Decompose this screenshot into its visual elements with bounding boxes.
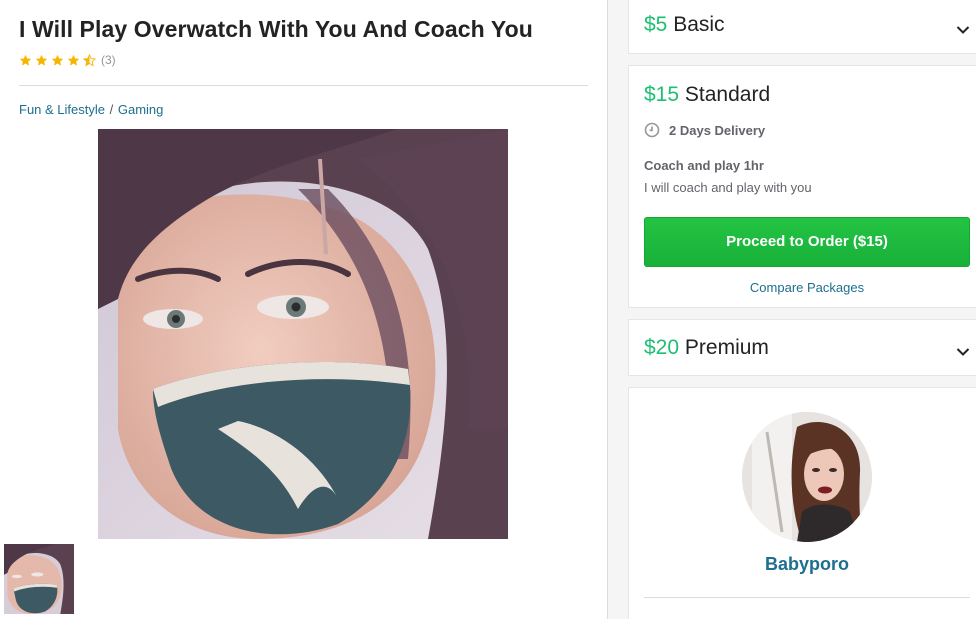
- chevron-down-icon[interactable]: [956, 25, 970, 35]
- package-premium[interactable]: $20 Premium: [628, 319, 976, 376]
- rating[interactable]: (3): [19, 53, 116, 67]
- package-standard: $15 Standard 2 Days Delivery Coach and p…: [628, 65, 976, 308]
- gig-thumbnail[interactable]: [4, 544, 74, 614]
- package-standard-subtitle: Coach and play 1hr: [644, 158, 764, 173]
- package-premium-header[interactable]: $20 Premium: [644, 336, 769, 360]
- half-star-icon: [83, 53, 96, 67]
- delivery-text: 2 Days Delivery: [669, 122, 766, 138]
- seller-divider: [644, 597, 970, 598]
- compare-packages-link[interactable]: Compare Packages: [629, 280, 976, 295]
- seller-card: Babyporo: [628, 387, 976, 619]
- seller-name[interactable]: Babyporo: [629, 554, 976, 575]
- avatar[interactable]: [742, 412, 872, 542]
- gig-title: I Will Play Overwatch With You And Coach…: [19, 16, 533, 42]
- chevron-down-icon[interactable]: [956, 347, 970, 357]
- breadcrumb: Fun & Lifestyle / Gaming: [19, 102, 163, 117]
- star-icon: [19, 54, 32, 66]
- package-standard-header: $15 Standard: [644, 83, 770, 107]
- package-premium-name: Premium: [684, 336, 769, 359]
- package-standard-description: I will coach and play with you: [644, 180, 812, 195]
- package-standard-price: $15: [644, 83, 680, 106]
- thumbnail-illustration: [4, 544, 74, 614]
- clock-icon: [644, 122, 660, 138]
- avatar-illustration: [742, 412, 872, 542]
- delivery-time: 2 Days Delivery: [644, 122, 765, 138]
- package-basic-header[interactable]: $5 Basic: [644, 13, 725, 37]
- breadcrumb-category[interactable]: Fun & Lifestyle: [19, 102, 105, 117]
- package-basic-name: Basic: [673, 13, 725, 36]
- star-icon: [67, 54, 80, 66]
- packages-sidebar: $5 Basic $15 Standard 2 Days Delivery Co…: [608, 0, 976, 619]
- gig-overview: I Will Play Overwatch With You And Coach…: [0, 0, 607, 619]
- gig-main-image[interactable]: [98, 129, 508, 539]
- rating-count: (3): [101, 53, 116, 67]
- proceed-to-order-button[interactable]: Proceed to Order ($15): [644, 217, 970, 267]
- breadcrumb-separator: /: [109, 102, 114, 117]
- package-basic[interactable]: $5 Basic: [628, 0, 976, 54]
- star-icon: [51, 54, 64, 66]
- title-divider: [19, 85, 588, 86]
- star-icon: [35, 54, 48, 66]
- package-standard-name: Standard: [684, 83, 771, 106]
- breadcrumb-subcategory[interactable]: Gaming: [118, 102, 164, 117]
- gig-photo-illustration: [98, 129, 508, 539]
- package-basic-price: $5: [644, 13, 668, 36]
- package-premium-price: $20: [644, 336, 680, 359]
